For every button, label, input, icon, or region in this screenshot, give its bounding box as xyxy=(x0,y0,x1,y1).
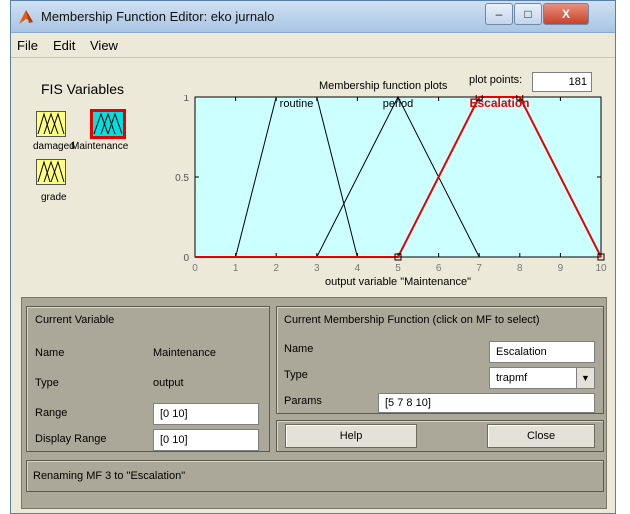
x-tick-label: 8 xyxy=(517,263,523,274)
current-variable-title: Current Variable xyxy=(35,314,115,326)
y-tick-label: 1 xyxy=(183,95,189,104)
plot-points-label: plot points: xyxy=(469,74,523,86)
params-input[interactable]: [5 7 8 10] xyxy=(378,393,595,413)
display-range-input[interactable]: [0 10] xyxy=(153,429,259,451)
status-bar: Renaming MF 3 to "Escalation" xyxy=(26,460,604,492)
variable-type-value: output xyxy=(153,377,184,389)
mf-type-value: trapmf xyxy=(496,372,528,384)
display-range-label: Display Range xyxy=(35,433,107,445)
mf-plots-label: Membership function plots xyxy=(319,80,448,92)
mf-type-label: Type xyxy=(284,369,308,381)
output-variable-maintenance-icon[interactable] xyxy=(90,109,126,139)
x-tick-label: 7 xyxy=(476,263,482,274)
current-mf-panel: Current Membership Function (click on MF… xyxy=(276,306,604,414)
menu-edit[interactable]: Edit xyxy=(53,38,75,53)
x-tick-label: 9 xyxy=(558,263,564,274)
x-tick-label: 0 xyxy=(192,263,198,274)
x-tick-label: 2 xyxy=(273,263,279,274)
plot-points-input[interactable]: 181 xyxy=(532,72,592,92)
current-variable-panel: Current Variable Name Maintenance Type o… xyxy=(26,306,270,452)
variable-type-label: Type xyxy=(35,377,59,389)
matlab-logo-icon xyxy=(19,10,33,24)
params-label: Params xyxy=(284,395,322,407)
menu-view[interactable]: View xyxy=(90,38,118,53)
title-bar[interactable]: Membership Function Editor: eko jurnalo … xyxy=(11,1,615,33)
input-variable-damaged-label: damaged xyxy=(33,141,75,152)
y-tick-label: 0 xyxy=(183,253,189,264)
menu-file[interactable]: File xyxy=(17,38,38,53)
help-button[interactable]: Help xyxy=(285,424,417,448)
maximize-button[interactable]: □ xyxy=(514,3,542,25)
lower-panel-area: Current Variable Name Maintenance Type o… xyxy=(21,297,607,509)
y-tick-label: 0.5 xyxy=(175,173,189,184)
variable-name-value: Maintenance xyxy=(153,347,216,359)
x-tick-label: 3 xyxy=(314,263,320,274)
x-tick-label: 1 xyxy=(233,263,239,274)
mf-type-dropdown[interactable]: trapmf ▼ xyxy=(489,367,595,389)
x-tick-label: 10 xyxy=(595,263,607,274)
window-title: Membership Function Editor: eko jurnalo xyxy=(41,9,275,24)
mf-label-period: period xyxy=(383,98,414,110)
membership-function-plot[interactable]: 0 1 2 3 4 5 6 7 8 9 10 0 0.5 1 output variable "Mainte… xyxy=(161,95,611,295)
status-text: Renaming MF 3 to "Escalation" xyxy=(33,470,186,482)
x-tick-label: 6 xyxy=(436,263,442,274)
input-variable-grade-label: grade xyxy=(41,192,67,203)
x-tick-label: 5 xyxy=(395,263,401,274)
range-label: Range xyxy=(35,407,68,419)
mf-editor-window: Membership Function Editor: eko jurnalo … xyxy=(10,0,616,514)
output-variable-maintenance-label: Maintenance xyxy=(71,141,129,152)
minimize-button[interactable]: – xyxy=(485,3,513,25)
menu-bar: File Edit View xyxy=(11,34,615,58)
fis-variables-title: FIS Variables xyxy=(41,81,124,97)
input-variable-damaged-icon[interactable] xyxy=(36,111,66,137)
x-axis-label: output variable "Maintenance" xyxy=(325,276,471,288)
chevron-down-icon[interactable]: ▼ xyxy=(576,368,594,388)
current-mf-title: Current Membership Function (click on MF… xyxy=(284,314,540,326)
mf-name-input[interactable]: Escalation xyxy=(489,341,595,363)
mf-label-escalation: Escalation xyxy=(469,96,529,110)
mf-label-routine: routine xyxy=(280,98,314,110)
x-tick-label: 4 xyxy=(355,263,361,274)
close-window-button[interactable]: X xyxy=(543,3,589,25)
range-input[interactable]: [0 10] xyxy=(153,403,259,425)
mf-name-label: Name xyxy=(284,343,314,355)
variable-name-label: Name xyxy=(35,347,65,359)
input-variable-grade-icon[interactable] xyxy=(36,159,66,185)
close-button[interactable]: Close xyxy=(487,424,595,448)
button-panel: Help Close xyxy=(276,420,604,452)
plot-area: FIS Variables damaged Maintenance grade … xyxy=(11,59,615,295)
